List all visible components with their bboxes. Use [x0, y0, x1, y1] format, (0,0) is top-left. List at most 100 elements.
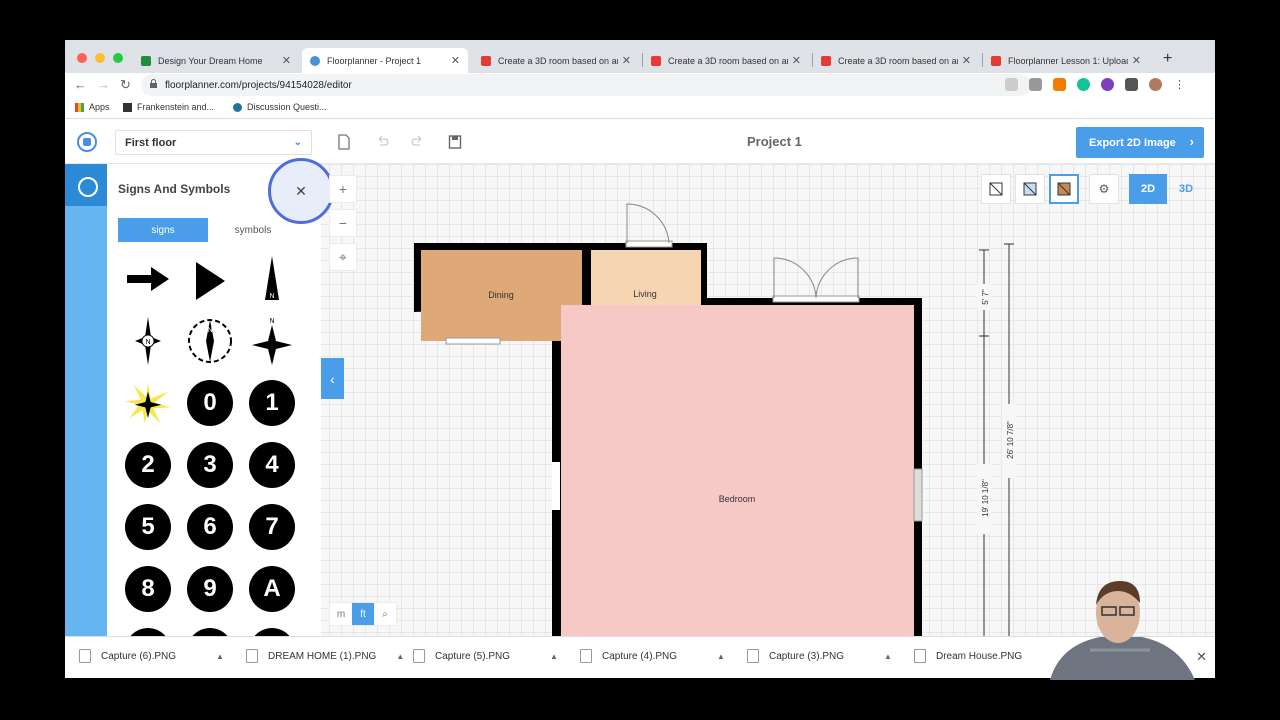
door-swing: [773, 257, 817, 299]
new-tab-button[interactable]: +: [1163, 50, 1172, 68]
new-document-icon[interactable]: [337, 134, 351, 150]
collapse-panel-button[interactable]: ‹: [321, 358, 344, 399]
number-9-symbol[interactable]: 9: [187, 566, 233, 612]
number-5-symbol[interactable]: 5: [125, 504, 171, 550]
floorplanner-logo-icon[interactable]: [77, 132, 97, 152]
number-6-symbol[interactable]: 6: [187, 504, 233, 550]
zoom-window-button[interactable]: [113, 53, 123, 63]
window[interactable]: [913, 468, 923, 522]
close-panel-button[interactable]: ✕: [268, 158, 334, 224]
unit-meters[interactable]: m: [330, 603, 352, 625]
sunburst-star-icon[interactable]: [125, 380, 171, 426]
tab-youtube-3[interactable]: Create a 3D room based on an ✕: [813, 48, 979, 73]
center-view-button[interactable]: ⌖: [329, 243, 357, 271]
tab-youtube-4[interactable]: Floorplanner Lesson 1: Upload ✕: [983, 48, 1149, 73]
lock-icon: [150, 79, 157, 88]
close-tab-icon[interactable]: ✕: [962, 54, 971, 67]
number-8-symbol[interactable]: 8: [125, 566, 171, 612]
download-item[interactable]: Capture (6).PNG ▲: [79, 649, 224, 663]
grammarly-icon[interactable]: [1077, 78, 1090, 91]
chevron-up-icon: ▲: [717, 651, 725, 661]
arrow-right-icon[interactable]: [125, 256, 171, 302]
reload-icon[interactable]: ↻: [120, 77, 131, 93]
menu-icon[interactable]: ⋮: [1173, 78, 1186, 91]
export-2d-button[interactable]: Export 2D Image ›: [1076, 127, 1204, 158]
settings-icon[interactable]: ⚙: [1089, 174, 1119, 204]
symbol-partial[interactable]: [125, 628, 171, 636]
search-icon[interactable]: ⌕: [374, 603, 396, 625]
project-title: Project 1: [747, 134, 802, 149]
download-item[interactable]: DREAM HOME (1).PNG ▲: [246, 649, 404, 663]
unit-feet[interactable]: ft: [352, 603, 374, 625]
compass-rose-icon[interactable]: N: [125, 317, 171, 365]
tab-title: Floorplanner Lesson 1: Upload: [1008, 55, 1128, 66]
number-4-symbol[interactable]: 4: [249, 442, 295, 488]
window[interactable]: [552, 462, 560, 510]
tab-signs[interactable]: signs: [118, 218, 208, 242]
extension-icon[interactable]: [1029, 78, 1042, 91]
tab-symbols[interactable]: symbols: [208, 218, 298, 242]
extension-icon[interactable]: [1053, 78, 1066, 91]
redo-icon[interactable]: [411, 134, 425, 150]
symbol-partial[interactable]: [187, 628, 233, 636]
tab-design-dream-home[interactable]: Design Your Dream Home ✕: [133, 48, 299, 73]
tab-floorplanner[interactable]: Floorplanner - Project 1 ✕: [302, 48, 468, 73]
chevron-down-icon: ⌄: [293, 137, 302, 148]
extension-icon[interactable]: [1005, 78, 1018, 91]
wordpress-icon: [233, 102, 242, 112]
room-bedroom[interactable]: [561, 305, 914, 636]
door[interactable]: [625, 240, 673, 248]
number-7-symbol[interactable]: 7: [249, 504, 295, 550]
symbol-partial[interactable]: [249, 628, 295, 636]
number-2-symbol[interactable]: 2: [125, 442, 171, 488]
puzzle-icon[interactable]: [1125, 78, 1138, 91]
floor-select[interactable]: First floor ⌄: [115, 130, 312, 155]
view-mode-blue-icon[interactable]: [1015, 174, 1045, 204]
view-mode-color-icon[interactable]: [1049, 174, 1079, 204]
download-item[interactable]: Dream House.PNG: [914, 649, 1022, 663]
triangle-right-icon[interactable]: [187, 258, 233, 304]
number-3-symbol[interactable]: 3: [187, 442, 233, 488]
door-swing: [815, 257, 859, 299]
number-1-symbol[interactable]: 1: [249, 380, 295, 426]
address-bar[interactable]: floorplanner.com/projects/94154028/edito…: [141, 74, 1031, 96]
zoom-out-button[interactable]: −: [329, 209, 357, 237]
back-icon[interactable]: ←: [74, 77, 87, 92]
forward-icon[interactable]: →: [97, 77, 110, 92]
compass-circle-icon[interactable]: N: [187, 318, 233, 364]
apps-grid-icon: [75, 102, 84, 112]
undo-icon[interactable]: [375, 134, 389, 150]
bookmark-frankenstein[interactable]: Frankenstein and...: [123, 102, 214, 112]
bookmark-discussion[interactable]: Discussion Questi...: [233, 102, 327, 112]
four-point-star-icon[interactable]: N: [249, 318, 295, 365]
file-icon: [747, 649, 759, 663]
save-icon[interactable]: [448, 134, 462, 150]
extension-icon[interactable]: [1101, 78, 1114, 91]
mode-2d-button[interactable]: 2D: [1129, 174, 1167, 204]
close-tab-icon[interactable]: ✕: [282, 54, 291, 67]
download-item[interactable]: Capture (5).PNG ▲: [413, 649, 558, 663]
close-tab-icon[interactable]: ✕: [622, 54, 631, 67]
tab-youtube-1[interactable]: Create a 3D room based on an ✕: [473, 48, 639, 73]
profile-avatar[interactable]: [1149, 78, 1162, 91]
download-item[interactable]: Capture (3).PNG ▲: [747, 649, 892, 663]
view-mode-outline-icon[interactable]: [981, 174, 1011, 204]
tab-youtube-2[interactable]: Create a 3D room based on an ✕: [643, 48, 809, 73]
window[interactable]: [445, 337, 501, 345]
number-0-symbol[interactable]: 0: [187, 380, 233, 426]
letter-a-symbol[interactable]: A: [249, 566, 295, 612]
bookmark-apps[interactable]: Apps: [75, 102, 110, 112]
zoom-in-button[interactable]: +: [329, 175, 357, 203]
download-item[interactable]: Capture (4).PNG ▲: [580, 649, 725, 663]
close-tab-icon[interactable]: ✕: [792, 54, 801, 67]
close-tab-icon[interactable]: ✕: [1132, 54, 1141, 67]
browser-toolbar: ← → ↻ floorplanner.com/projects/94154028…: [65, 73, 1215, 97]
minimize-window-button[interactable]: [95, 53, 105, 63]
north-arrow-icon[interactable]: N: [249, 256, 295, 302]
mode-3d-button[interactable]: 3D: [1167, 174, 1205, 204]
close-tab-icon[interactable]: ✕: [451, 54, 460, 67]
close-window-button[interactable]: [77, 53, 87, 63]
room-label-bedroom: Bedroom: [719, 494, 756, 504]
export-label: Export 2D Image: [1089, 136, 1176, 149]
signs-symbols-nav-icon[interactable]: [65, 164, 107, 206]
